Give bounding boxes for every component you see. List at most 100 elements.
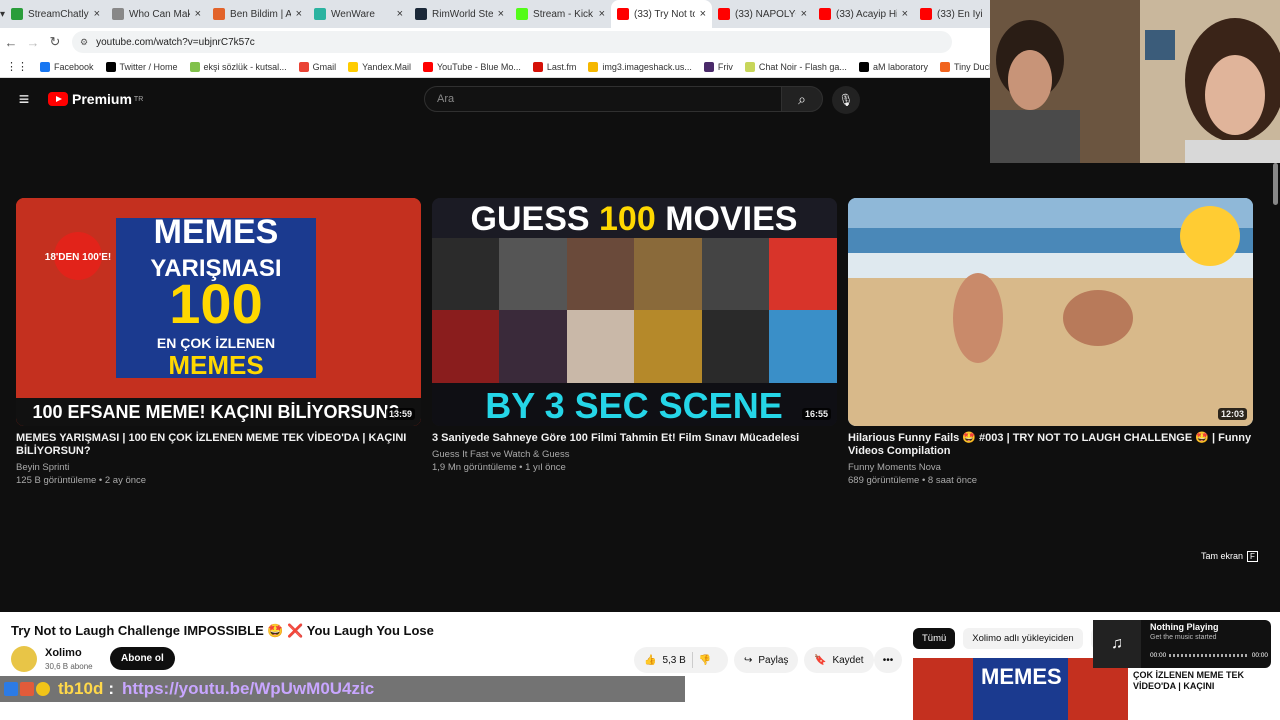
bookmark-1[interactable]: Twitter / Home: [100, 61, 184, 72]
channel-avatar[interactable]: [11, 646, 37, 672]
video-card[interactable]: MEMES YARIŞMASI 100 EN ÇOK İZLENEN MEMES 100 …: [16, 198, 421, 487]
thumbnail-art: [848, 198, 1253, 426]
video-card-title[interactable]: Hilarious Funny Fails 🤩 #003 | TRY NOT T…: [848, 432, 1253, 458]
tab-2[interactable]: Ben Bildim | Ar ×: [207, 0, 308, 28]
tab-title: Who Can Make: [129, 8, 190, 20]
close-tab-icon[interactable]: ×: [902, 8, 908, 20]
reload-icon[interactable]: ↻: [44, 34, 66, 50]
bookmark-7[interactable]: img3.imageshack.us...: [582, 61, 698, 72]
close-tab-icon[interactable]: ×: [599, 8, 605, 20]
like-icon[interactable]: 👍: [644, 655, 656, 666]
progress-track: [1169, 654, 1249, 657]
tab-favicon-icon: [819, 8, 832, 20]
url-field[interactable]: ⚙ youtube.com/watch?v=ubjnrC7k57c: [72, 31, 952, 53]
back-icon[interactable]: ←: [0, 35, 22, 50]
tab-title: StreamChatly -: [28, 8, 89, 20]
bookmark-favicon-icon: [858, 61, 869, 72]
more-actions-button[interactable]: •••: [874, 647, 902, 673]
menu-icon[interactable]: ≡: [0, 89, 48, 110]
apps-icon[interactable]: ⋮⋮: [0, 60, 34, 73]
video-card-title[interactable]: MEMES YARIŞMASI | 100 EN ÇOK İZLENEN MEM…: [16, 432, 421, 458]
video-card-channel[interactable]: Funny Moments Nova: [848, 461, 1253, 474]
bookmark-favicon-icon: [744, 61, 755, 72]
share-icon: ↪: [744, 654, 753, 666]
bookmark-5[interactable]: YouTube - Blue Mo...: [417, 61, 527, 72]
tab-title: (33) En İyi: [937, 8, 983, 20]
close-tab-icon[interactable]: ×: [397, 8, 403, 20]
chat-overlay: tb10d : https://youtu.be/WpUwM0U4zic: [0, 676, 685, 702]
tab-title: WenWare: [331, 8, 375, 20]
bookmark-2[interactable]: ekşi sözlük - kutsal...: [184, 61, 293, 72]
tab-3[interactable]: WenWare ×: [308, 0, 409, 28]
bookmark-label: img3.imageshack.us...: [602, 61, 692, 72]
svg-text:GUESS 100 MOVIES: GUESS 100 MOVIES: [471, 200, 798, 238]
video-card[interactable]: GUESS 100 MOVIES BY 3 SEC SCENE 16:55 3 San…: [432, 198, 837, 474]
thumbnail-art: MEMESYARIŞMASI100EN ÇOK İZLENENMEMES100 …: [16, 198, 421, 426]
tab-5[interactable]: Stream - Kick D ×: [510, 0, 611, 28]
share-button[interactable]: ↪ Paylaş: [734, 647, 799, 673]
bookmark-6[interactable]: Last.fm: [527, 61, 583, 72]
like-dislike-group: 👍 5,3 B 👎: [634, 647, 728, 673]
close-tab-icon[interactable]: ×: [801, 8, 807, 20]
site-info-icon[interactable]: ⚙: [80, 37, 88, 48]
like-count[interactable]: 5,3 B: [662, 655, 685, 666]
video-thumbnail[interactable]: 12:03: [848, 198, 1253, 426]
save-button[interactable]: 🔖 Kaydet: [804, 647, 874, 673]
tab-1[interactable]: Who Can Make ×: [106, 0, 207, 28]
video-duration: 12:03: [1217, 408, 1247, 420]
bookmark-9[interactable]: Chat Noir - Flash ga...: [739, 61, 853, 72]
close-tab-icon[interactable]: ×: [94, 8, 100, 20]
dislike-icon[interactable]: 👎: [699, 655, 711, 666]
fullscreen-hint: Tam ekran F: [1201, 551, 1258, 562]
channel-name[interactable]: Xolimo: [45, 647, 82, 659]
bookmark-0[interactable]: Facebook: [34, 61, 100, 72]
microphone-icon[interactable]: 🎙: [832, 86, 860, 114]
video-thumbnail[interactable]: MEMES YARIŞMASI 100 EN ÇOK İZLENEN MEMES 100 …: [16, 198, 421, 426]
bookmark-8[interactable]: Friv: [698, 61, 739, 72]
subscribe-button[interactable]: Abone ol: [110, 647, 175, 670]
filter-chip[interactable]: Xolimo adlı yükleyiciden: [963, 628, 1083, 649]
forward-icon[interactable]: →: [22, 35, 44, 50]
svg-text:EN ÇOK İZLENEN: EN ÇOK İZLENEN: [157, 335, 275, 351]
tab-title: (33) Try Not to: [634, 8, 695, 20]
filter-chip[interactable]: Tümü: [913, 628, 956, 649]
bookmark-3[interactable]: Gmail: [293, 61, 343, 72]
youtube-logo[interactable]: Premium TR: [48, 91, 143, 107]
bookmark-favicon-icon: [703, 61, 714, 72]
video-card-meta: 689 görüntüleme • 8 saat önce: [848, 475, 978, 486]
tab-7[interactable]: (33) NAPOLYON ×: [712, 0, 813, 28]
video-card[interactable]: 12:03 Hilarious Funny Fails 🤩 #003 | TRY …: [848, 198, 1253, 487]
video-card-channel[interactable]: Beyin Sprinti: [16, 461, 421, 474]
svg-text:18'DEN 100'E!: 18'DEN 100'E!: [45, 252, 111, 263]
share-label: Paylaş: [758, 654, 789, 666]
tab-favicon-icon: [11, 8, 24, 20]
tabs-list: StreamChatly -×Who Can Make×Ben Bildim |…: [5, 0, 1015, 28]
tab-8[interactable]: (33) Acayip Hik ×: [813, 0, 914, 28]
close-tab-icon[interactable]: ×: [296, 8, 302, 20]
page-scrollbar[interactable]: [1271, 163, 1280, 612]
tab-4[interactable]: RimWorld Stea ×: [409, 0, 510, 28]
bookmark-label: Twitter / Home: [119, 61, 178, 72]
tab-favicon-icon: [718, 8, 731, 20]
bookmark-favicon-icon: [105, 61, 116, 72]
close-tab-icon[interactable]: ×: [195, 8, 201, 20]
bookmark-4[interactable]: Yandex.Mail: [342, 61, 417, 72]
close-tab-icon[interactable]: ×: [700, 8, 706, 20]
chat-message-link[interactable]: https://youtu.be/WpUwM0U4zic: [122, 679, 374, 699]
bookmark-10[interactable]: aM laboratory: [853, 61, 934, 72]
close-tab-icon[interactable]: ×: [498, 8, 504, 20]
video-thumbnail[interactable]: GUESS 100 MOVIES BY 3 SEC SCENE 16:55: [432, 198, 837, 426]
youtube-play-icon: [48, 92, 68, 106]
tab-0[interactable]: StreamChatly - ×: [5, 0, 106, 28]
tab-favicon-icon: [314, 8, 327, 20]
tab-6[interactable]: (33) Try Not to ×: [611, 0, 713, 28]
bookmark-label: ekşi sözlük - kutsal...: [203, 61, 287, 72]
video-card-title[interactable]: 3 Saniyede Sahneye Göre 100 Filmi Tahmin…: [432, 432, 837, 445]
video-card-channel[interactable]: Guess It Fast ve Watch & Guess: [432, 448, 837, 461]
related-video-title[interactable]: ÇOK İZLENEN MEME TEK VİDEO'DA | KAÇINI: [1133, 670, 1263, 692]
now-playing-start: 00:00: [1150, 652, 1167, 659]
tab-title: RimWorld Stea: [432, 8, 493, 20]
search-icon[interactable]: ⌕: [781, 86, 823, 112]
scrollbar-thumb[interactable]: [1273, 163, 1278, 205]
search-input[interactable]: Ara: [424, 86, 782, 112]
